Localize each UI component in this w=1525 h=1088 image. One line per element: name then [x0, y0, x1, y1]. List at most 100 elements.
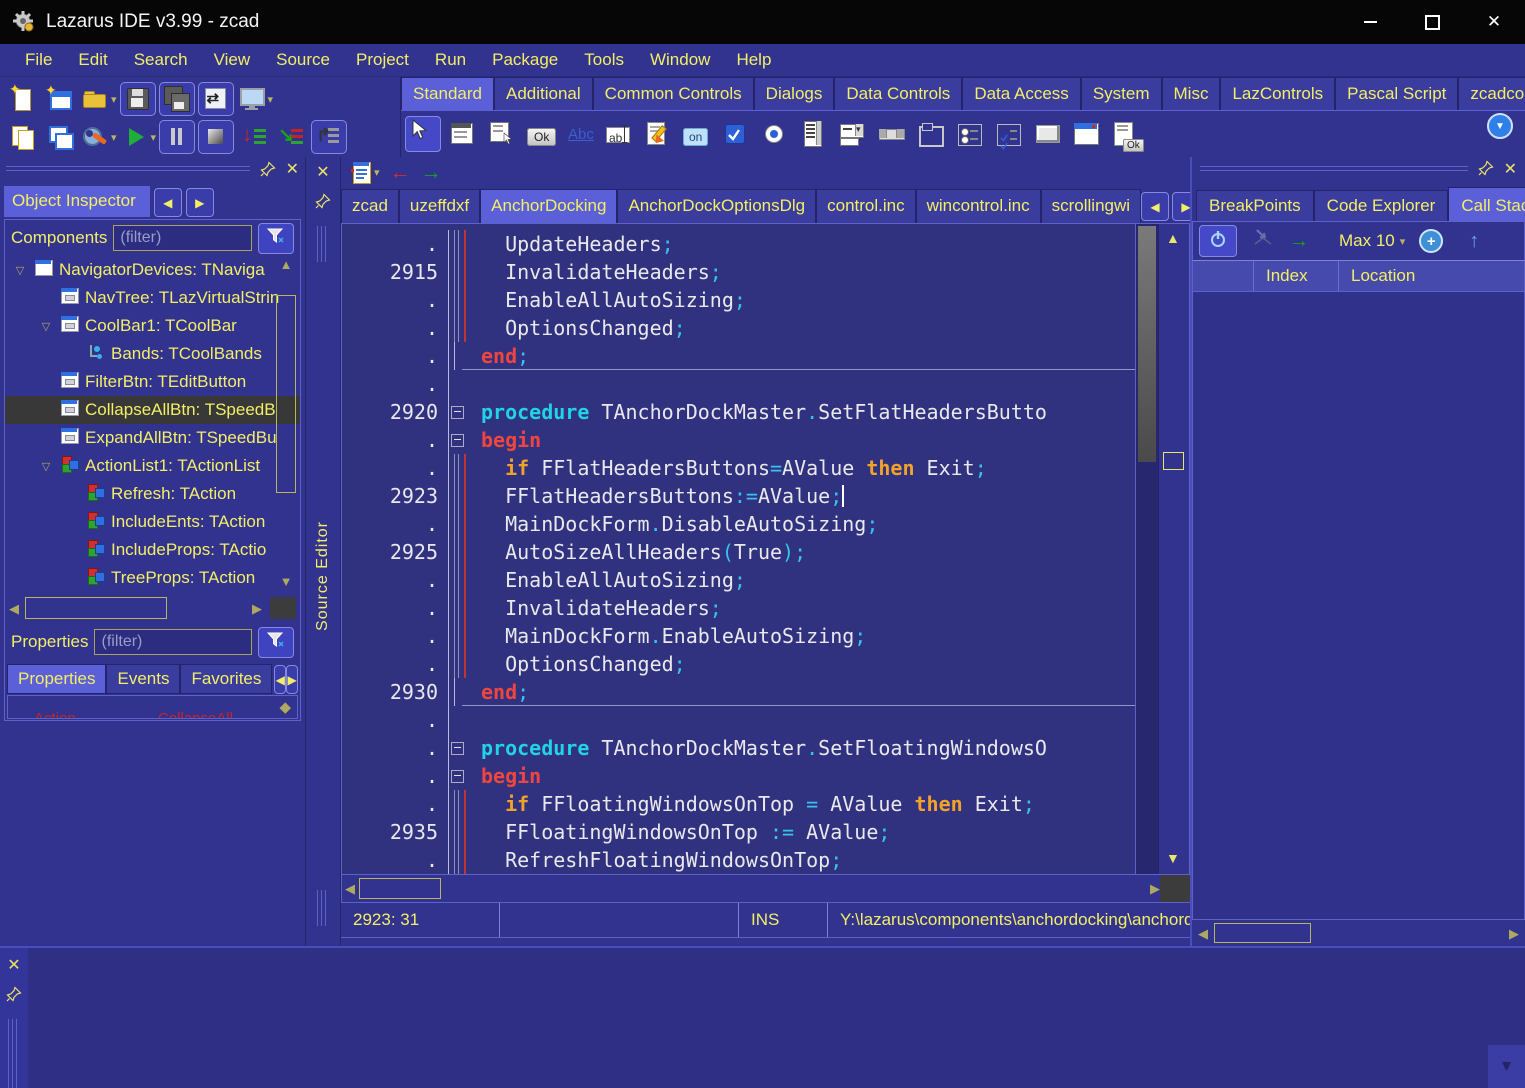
- component-edit[interactable]: ab: [602, 117, 636, 151]
- editor-tab-wincontrol-inc[interactable]: wincontrol.inc: [916, 189, 1041, 223]
- property-grid-clipped-row[interactable]: Action CollapseAll ◆: [7, 695, 298, 719]
- tree-item-navtree[interactable]: NavTree: TLazVirtualStrin: [5, 284, 300, 312]
- tab-events[interactable]: Events: [106, 664, 180, 694]
- pin-icon[interactable]: [1478, 160, 1494, 181]
- scroll-up-icon[interactable]: ▲: [1166, 230, 1180, 246]
- build-mode-button[interactable]: ▾: [80, 121, 117, 153]
- fold-marker[interactable]: [449, 230, 473, 258]
- navigate-back-icon[interactable]: ←: [390, 162, 411, 183]
- fold-marker[interactable]: [449, 790, 473, 818]
- tabs-scroll-right-button[interactable]: ▶: [286, 665, 298, 694]
- palette-tab-system[interactable]: System: [1081, 77, 1162, 110]
- tree-scrollbar[interactable]: ▲ ▼: [275, 258, 297, 588]
- palette-tab-data-access[interactable]: Data Access: [962, 77, 1081, 110]
- dropdown-arrow-icon[interactable]: ▾: [268, 93, 274, 106]
- dropdown-arrow-icon[interactable]: ▾: [111, 131, 117, 144]
- tree-item-includeents[interactable]: IncludeEnts: TAction: [5, 508, 300, 536]
- menu-project[interactable]: Project: [343, 46, 422, 74]
- hscroll-thumb[interactable]: [359, 878, 441, 899]
- scroll-down-icon[interactable]: ▼: [1166, 850, 1180, 866]
- components-filter-input[interactable]: (filter): [113, 225, 252, 251]
- new-unit-button[interactable]: ✦: [6, 83, 40, 115]
- scroll-left-icon[interactable]: ◀: [9, 602, 19, 615]
- editor-tab-scrollingwi[interactable]: scrollingwi: [1041, 189, 1141, 223]
- component-panel[interactable]: [1031, 117, 1065, 151]
- close-dock-icon[interactable]: ✕: [7, 958, 20, 974]
- location-column-header[interactable]: Location: [1338, 261, 1524, 291]
- hscroll-thumb[interactable]: [1214, 923, 1311, 943]
- dock-grip[interactable]: [6, 166, 250, 174]
- editor-tab-control-inc[interactable]: control.inc: [816, 189, 915, 223]
- fold-marker[interactable]: [449, 370, 473, 398]
- scroll-right-icon[interactable]: ▶: [1150, 882, 1160, 895]
- tree-item-coolbar1[interactable]: ▽CoolBar1: TCoolBar: [5, 312, 300, 340]
- tabs-scroll-left-button[interactable]: ◀: [274, 665, 286, 694]
- palette-tab-additional[interactable]: Additional: [494, 77, 593, 110]
- component-scrollbar[interactable]: [875, 117, 909, 151]
- menu-edit[interactable]: Edit: [65, 46, 120, 74]
- close-button[interactable]: ✕: [1463, 0, 1525, 44]
- view-forms-button[interactable]: [43, 121, 77, 153]
- component-popup-menu[interactable]: [485, 117, 519, 151]
- editor-tab-zcad[interactable]: zcad: [341, 189, 399, 223]
- component-combobox[interactable]: ▾: [836, 117, 870, 151]
- save-button[interactable]: [120, 82, 156, 116]
- tabs-scroll-right-button[interactable]: ▶: [1172, 192, 1190, 221]
- properties-filter-button[interactable]: [258, 627, 294, 658]
- fold-marker[interactable]: [449, 706, 473, 734]
- menu-help[interactable]: Help: [723, 46, 784, 74]
- panel-tab-breakpoints[interactable]: BreakPoints: [1196, 190, 1314, 221]
- save-all-button[interactable]: [159, 82, 195, 116]
- palette-tab-data-controls[interactable]: Data Controls: [834, 77, 962, 110]
- tab-properties[interactable]: Properties: [7, 664, 106, 694]
- palette-overflow-button[interactable]: ▼: [1487, 113, 1517, 143]
- menu-view[interactable]: View: [201, 46, 264, 74]
- tree-hscroll-thumb[interactable]: [25, 597, 167, 619]
- menu-tools[interactable]: Tools: [571, 46, 637, 74]
- max-depth-dropdown[interactable]: Max 10 ▾: [1339, 231, 1405, 251]
- fold-marker[interactable]: [449, 510, 473, 538]
- dock-grip[interactable]: [8, 1019, 20, 1088]
- more-frames-button[interactable]: +: [1419, 229, 1443, 253]
- fold-marker[interactable]: [449, 426, 473, 454]
- next-page-button[interactable]: ▶: [186, 188, 214, 217]
- menu-search[interactable]: Search: [121, 46, 201, 74]
- editor-tab-anchordocking[interactable]: AnchorDocking: [480, 189, 617, 223]
- tree-item-refresh[interactable]: Refresh: TAction: [5, 480, 300, 508]
- code-area[interactable]: . UpdateHeaders;2915 InvalidateHeaders;.…: [342, 224, 1135, 874]
- dropdown-arrow-icon[interactable]: ▾: [151, 131, 157, 144]
- menu-file[interactable]: File: [12, 46, 65, 74]
- component-radio-group[interactable]: [953, 117, 987, 151]
- close-panel-icon[interactable]: ✕: [1504, 162, 1517, 178]
- scroll-down-button[interactable]: ▼: [1488, 1045, 1525, 1088]
- goto-frame-icon[interactable]: →: [1289, 231, 1309, 251]
- component-groupbox[interactable]: [914, 117, 948, 151]
- tree-horizontal-scrollbar[interactable]: ◀ ▶: [5, 594, 300, 622]
- pin-icon[interactable]: [315, 193, 331, 214]
- menu-run[interactable]: Run: [422, 46, 479, 74]
- components-filter-button[interactable]: [258, 223, 294, 254]
- menu-package[interactable]: Package: [479, 46, 571, 74]
- dock-grip[interactable]: [317, 226, 329, 262]
- panel-tab-code-explorer[interactable]: Code Explorer: [1314, 190, 1449, 221]
- panel-tab-call-stack[interactable]: Call Stack: [1448, 187, 1525, 221]
- editor-window-button[interactable]: ▾: [351, 160, 380, 184]
- fold-marker[interactable]: [449, 342, 473, 370]
- component-checkbox[interactable]: [719, 117, 753, 151]
- palette-tab-dialogs[interactable]: Dialogs: [754, 77, 835, 110]
- fold-marker[interactable]: [449, 482, 473, 510]
- tree-item-actionlist1[interactable]: ▽ActionList1: TActionList: [5, 452, 300, 480]
- scroll-left-icon[interactable]: ◀: [1198, 927, 1208, 940]
- component-selector[interactable]: [405, 116, 441, 152]
- fold-marker[interactable]: [449, 454, 473, 482]
- messages-area[interactable]: [28, 948, 1525, 1088]
- object-inspector-title-tab[interactable]: Object Inspector: [4, 186, 150, 217]
- fold-marker[interactable]: [449, 398, 473, 426]
- panel-horizontal-scrollbar[interactable]: ◀ ▶: [1192, 920, 1525, 946]
- close-dock-icon[interactable]: ✕: [316, 165, 329, 181]
- stop-button[interactable]: [198, 120, 234, 154]
- fold-marker[interactable]: [449, 734, 473, 762]
- fold-marker[interactable]: [449, 650, 473, 678]
- step-over-button[interactable]: ↓: [237, 121, 271, 153]
- palette-tab-pascal-script[interactable]: Pascal Script: [1335, 77, 1458, 110]
